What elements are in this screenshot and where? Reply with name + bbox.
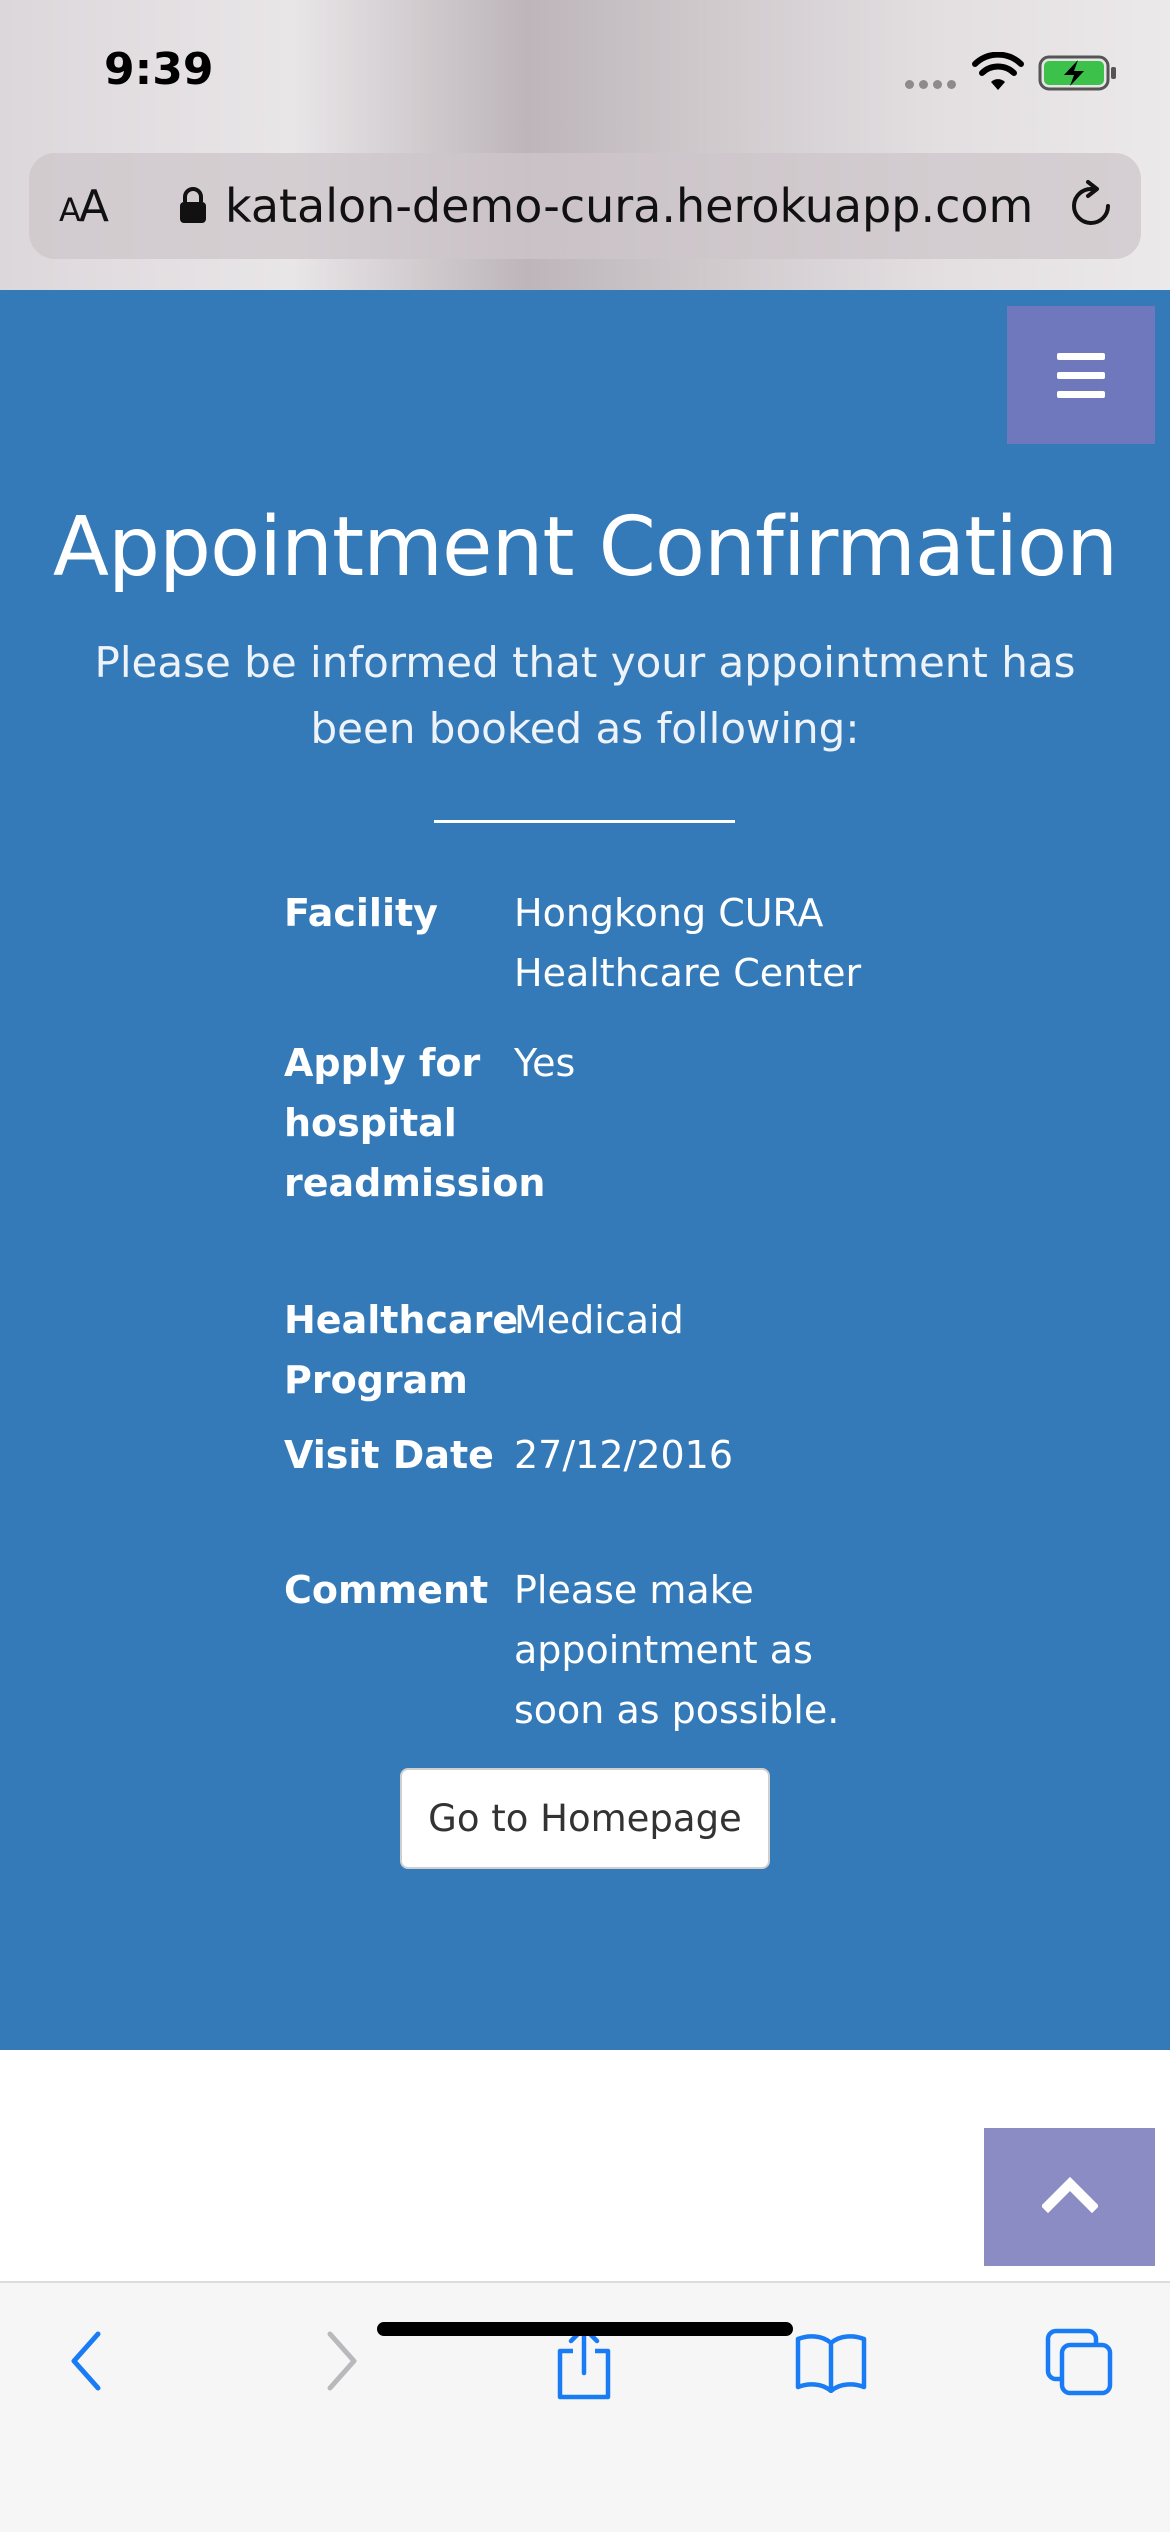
title-divider — [434, 820, 735, 823]
detail-label: Visit Date — [284, 1433, 494, 1477]
reload-icon[interactable] — [1064, 178, 1120, 234]
detail-label: Healthcare Program — [284, 1298, 519, 1402]
page-subtitle: Please be informed that your appointment… — [94, 638, 1076, 753]
detail-value: Yes — [514, 1041, 576, 1085]
chevron-up-icon — [1042, 2176, 1098, 2214]
cellular-signal-icon — [905, 80, 956, 89]
detail-value: Hongkong CURA Healthcare Center — [514, 891, 862, 995]
browser-bottom-toolbar — [0, 2281, 1170, 2532]
detail-value: Please make appointment as soon as possi… — [514, 1568, 840, 1732]
tabs-icon[interactable] — [1044, 2327, 1114, 2397]
detail-label: Apply for hospital readmission — [284, 1041, 546, 1205]
go-to-homepage-button[interactable]: Go to Homepage — [400, 1768, 770, 1869]
reader-text-size-button[interactable]: AA — [59, 181, 109, 232]
page-title: Appointment Confirmation — [52, 500, 1118, 595]
status-time: 9:39 — [104, 44, 214, 95]
home-indicator — [377, 2322, 793, 2336]
detail-label: Facility — [284, 891, 438, 935]
bookmarks-icon[interactable] — [794, 2331, 868, 2393]
url-text[interactable]: katalon-demo-cura.herokuapp.com — [225, 179, 1045, 233]
detail-value: Medicaid — [514, 1298, 684, 1342]
confirmation-section: Appointment Confirmation Please be infor… — [0, 290, 1170, 2050]
browser-top-chrome: 9:39 AA katalon-demo-cura.herokuapp.com — [0, 0, 1170, 290]
scroll-to-top-button[interactable] — [984, 2128, 1155, 2266]
lock-icon — [180, 187, 206, 223]
battery-charging-icon — [1038, 55, 1116, 91]
menu-toggle-button[interactable] — [1007, 306, 1155, 444]
detail-value: 27/12/2016 — [514, 1433, 734, 1477]
forward-icon[interactable] — [316, 2328, 366, 2394]
detail-label: Comment — [284, 1568, 489, 1612]
wifi-icon — [972, 52, 1024, 90]
address-bar[interactable]: AA katalon-demo-cura.herokuapp.com — [29, 153, 1141, 259]
back-icon[interactable] — [62, 2328, 112, 2394]
